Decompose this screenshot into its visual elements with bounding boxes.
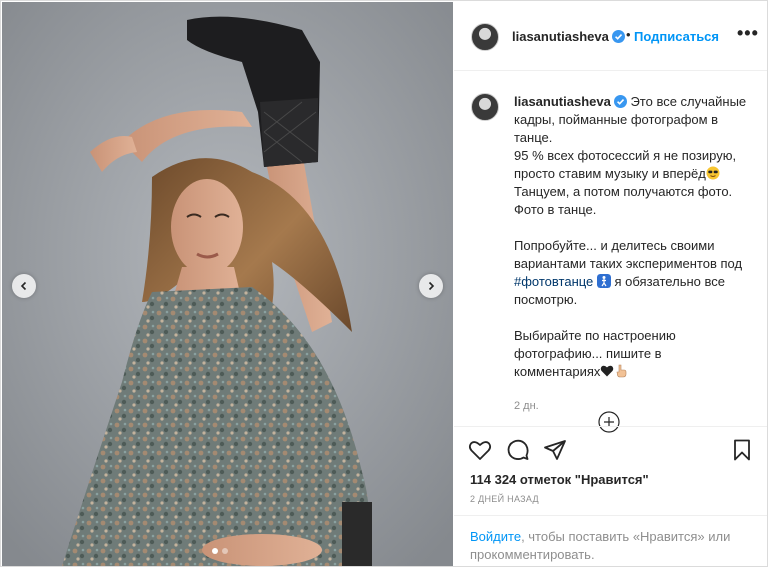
carousel-dot (212, 548, 218, 554)
carousel-prev-button[interactable] (12, 274, 36, 298)
header-username[interactable]: liasanutiasheva (512, 29, 625, 44)
comment-icon (507, 439, 529, 460)
avatar[interactable] (471, 93, 499, 121)
photo-image (2, 2, 453, 566)
caption-line-4: Фото в танце. (514, 202, 597, 217)
chevron-right-icon (428, 281, 435, 291)
caption-line-2: 95 % всех фотосессий я не позирую, прост… (514, 148, 737, 181)
carousel-dot (222, 548, 228, 554)
heart-icon (468, 441, 492, 460)
post-photo[interactable] (2, 2, 453, 566)
save-button[interactable] (730, 438, 754, 462)
chevron-left-icon (20, 281, 27, 291)
login-link[interactable]: Войдите (470, 529, 521, 544)
post-timestamp[interactable]: 2 ДНЕЙ НАЗАД (470, 494, 539, 504)
carousel-indicator (212, 548, 228, 554)
caption-line-5a: Попробуйте... и делитесь своими варианта… (514, 238, 743, 271)
comments-section: liasanutiasheva Это все случайные кадры,… (454, 71, 767, 433)
sunglasses-emoji-icon (706, 166, 720, 180)
caption-paragraph: Выбирайте по настроению фотографию... пи… (514, 327, 750, 381)
post-side-panel: liasanutiasheva • Подписаться ••• liasan… (454, 2, 767, 566)
carousel-next-button[interactable] (419, 274, 443, 298)
header-separator: • (626, 27, 631, 42)
avatar[interactable] (471, 23, 499, 51)
caption-username[interactable]: liasanutiasheva (514, 94, 611, 109)
bookmark-icon (734, 439, 750, 461)
post-caption: liasanutiasheva Это все случайные кадры,… (514, 93, 750, 415)
follow-button[interactable]: Подписаться (634, 29, 719, 44)
pointing-down-emoji-icon (617, 364, 627, 378)
like-count[interactable]: 114 324 отметок "Нравится" (470, 472, 649, 487)
verified-badge-icon (611, 30, 625, 43)
like-button[interactable] (468, 438, 492, 462)
caption-line-3: Танцуем, а потом получаются фото. (514, 184, 733, 199)
more-options-button[interactable]: ••• (737, 24, 759, 42)
header-username-text[interactable]: liasanutiasheva (512, 29, 609, 44)
black-heart-emoji-icon (601, 365, 614, 377)
share-button[interactable] (543, 438, 567, 462)
dancer-emoji-icon (596, 274, 611, 288)
verified-badge-icon (613, 95, 627, 108)
post-header: liasanutiasheva • Подписаться ••• (454, 2, 767, 71)
caption-line-6: Выбирайте по настроению фотографию... пи… (514, 328, 676, 379)
caption-paragraph: Попробуйте... и делитесь своими варианта… (514, 237, 750, 309)
login-prompt: Войдите, чтобы поставить «Нравится» или … (454, 515, 767, 568)
login-prompt-text: Войдите, чтобы поставить «Нравится» или … (470, 528, 755, 564)
comment-button[interactable] (506, 438, 530, 462)
comment-timestamp: 2 дн. (514, 400, 539, 412)
share-icon (544, 440, 566, 460)
hashtag-link[interactable]: #фотовтанце (514, 274, 593, 289)
post-actions: 114 324 отметок "Нравится" 2 ДНЕЙ НАЗАД … (454, 426, 767, 567)
caption-paragraph: liasanutiasheva Это все случайные кадры,… (514, 93, 750, 219)
post-modal: liasanutiasheva • Подписаться ••• liasan… (0, 0, 768, 567)
